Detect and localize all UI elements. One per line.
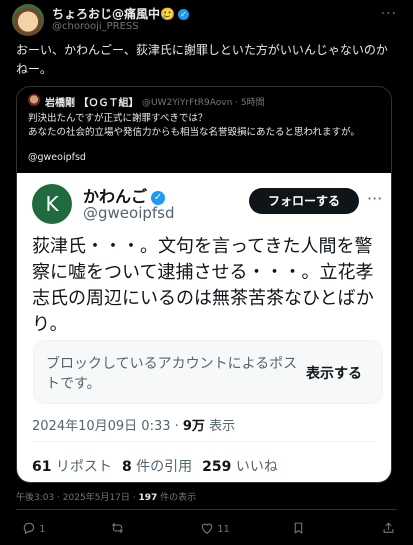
embedded-verified-icon: ✓ [151, 191, 166, 205]
embedded-divider [32, 441, 376, 442]
embedded-date: 2024年10月09日 0:33 · [32, 419, 183, 434]
quote-author-name: 岩橋剛 【ＯＧＴ組】 [45, 98, 139, 109]
author-handle[interactable]: @chorooji_PRESS [52, 21, 139, 32]
follow-button: フォローする [249, 188, 359, 214]
share-button[interactable] [382, 521, 395, 535]
tweet-text: おーい、かわんごー、荻津氏に謝罪しといた方がいいんじゃないのかねー。 [16, 43, 388, 76]
reposts-count: 61 [32, 459, 52, 475]
likes-count: 11 [217, 524, 230, 535]
share-icon [383, 522, 394, 533]
embedded-date-views: 2024年10月09日 0:33 · 9万 表示 [32, 415, 235, 434]
embedded-views-count: 9万 [182, 419, 205, 434]
repost-icon [112, 522, 123, 534]
tweet-timestamp[interactable]: 午後3:03 · 2025年5月17日 · 197 件の表示 [16, 490, 196, 503]
embedded-more-icon: ··· [367, 189, 383, 208]
blocked-post-text: ブロックしているアカウントによるポストです。 [46, 356, 298, 392]
show-blocked-button: 表示する [306, 366, 362, 382]
likes-label: いいね [231, 459, 278, 475]
bookmark-button[interactable] [292, 521, 305, 535]
embedded-views-label: 表示 [204, 419, 236, 434]
author-name[interactable]: ちょろおじ@痛風中🥲 ✓ [52, 5, 189, 22]
blocked-post-notice: ブロックしているアカウントによるポストです。 表示する [33, 340, 383, 404]
timestamp-text: 午後3:03 · 2025年5月17日 · [16, 493, 139, 503]
embedded-avatar: K [32, 184, 72, 224]
likes-count-embedded: 259 [202, 459, 232, 475]
views-count: 197 [138, 493, 158, 503]
author-emoji: 🥲 [160, 7, 175, 21]
quotes-label: 件の引用 [131, 459, 193, 475]
quoted-tweet-card[interactable]: 岩橋剛 【ＯＧＴ組】 @UW2YiYrFtR9Aovn · 5時間 判決出たんで… [16, 86, 392, 483]
reposts-label: リポスト [51, 459, 112, 475]
embedded-stats: 61 リポスト 8 件の引用 259 いいね [32, 456, 278, 476]
reply-count: 1 [39, 524, 46, 535]
embedded-author-handle: @gweoipfsd [83, 204, 175, 222]
more-options-icon[interactable]: ··· [381, 6, 397, 22]
bookmark-icon [294, 522, 303, 534]
author-name-text: ちょろおじ@痛風中 [52, 7, 161, 21]
like-button[interactable]: 11 [200, 521, 230, 535]
verified-badge-icon: ✓ [177, 9, 189, 20]
quotes-count: 8 [121, 459, 132, 475]
embedded-screenshot[interactable]: K かわんご ✓ @gweoipfsd フォローする ··· 荻津氏・・・。文句を… [17, 173, 391, 482]
embedded-tweet-text: 荻津氏・・・。文句を言ってきた人間を警察に嘘をついて逮捕させる・・・。立花孝志氏… [32, 236, 374, 335]
footer-divider [16, 509, 397, 510]
quote-mention-link[interactable]: @gweoipfsd [28, 152, 86, 163]
repost-button[interactable] [110, 521, 125, 535]
views-label: 件の表示 [157, 493, 197, 503]
reply-icon [23, 522, 35, 535]
quote-text: 判決出たんですが正式に謝罪すべきでは？ あなたの社会的立場や発信力からも相当な名… [28, 113, 360, 138]
quote-author-meta: @UW2YiYrFtR9Aovn · 5時間 [142, 98, 265, 108]
author-avatar[interactable] [12, 4, 44, 36]
heart-icon [201, 523, 213, 534]
reply-button[interactable]: 1 [22, 521, 46, 535]
quote-author-avatar [28, 94, 40, 106]
